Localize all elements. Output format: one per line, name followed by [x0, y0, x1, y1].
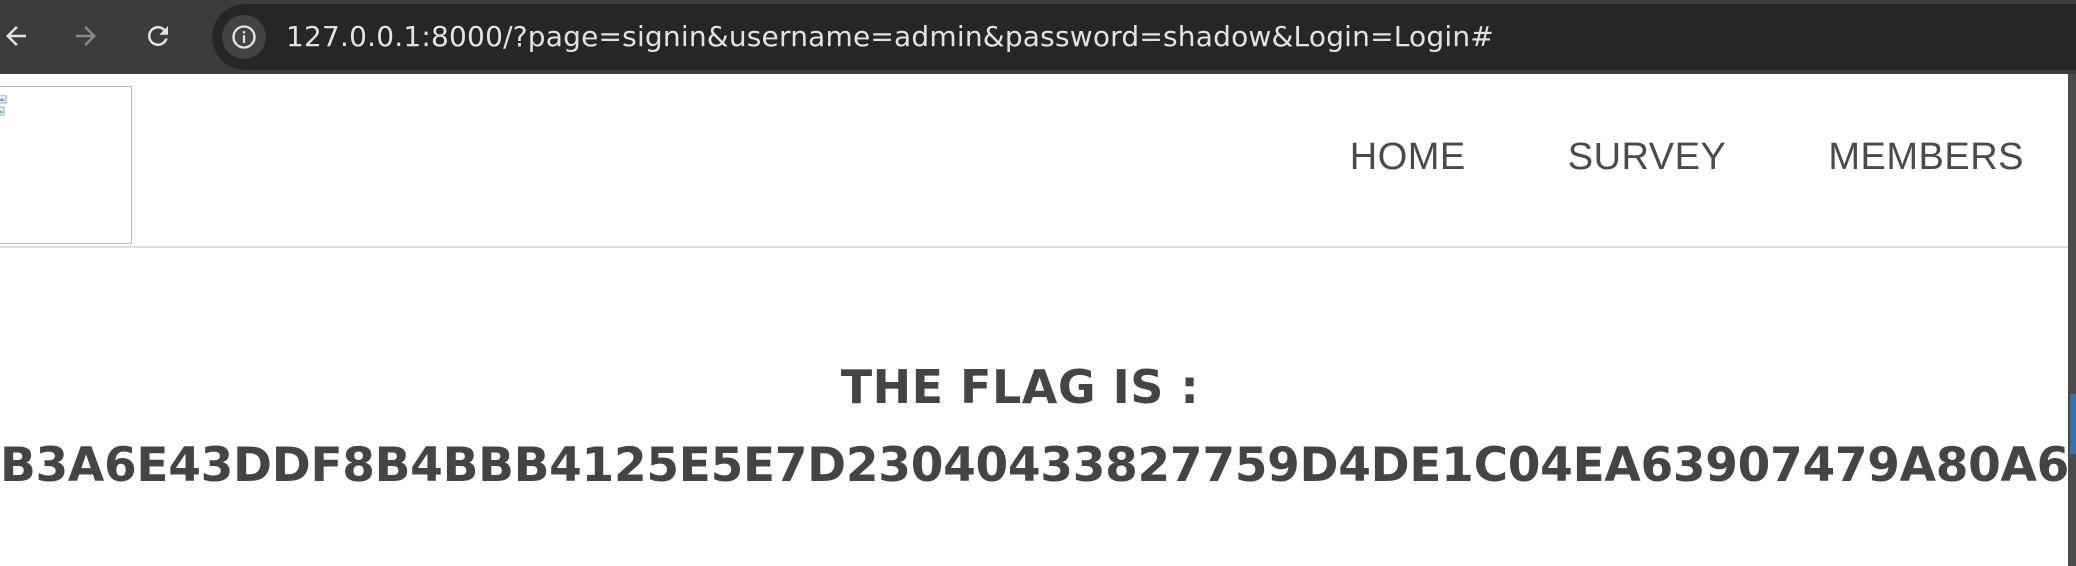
web-page: HOME SURVEY MEMBERS THE FLAG IS : B3A6E4… — [0, 74, 2076, 566]
arrow-left-icon — [6, 26, 26, 46]
reload-icon — [147, 25, 168, 46]
flag-section: THE FLAG IS : B3A6E43DDF8B4BBB4125E5E7D2… — [0, 74, 2076, 566]
flag-title: THE FLAG IS : — [840, 360, 1200, 414]
site-info-button[interactable] — [222, 15, 266, 59]
forward-button[interactable] — [64, 14, 108, 58]
flag-value: B3A6E43DDF8B4BBB4125E5E7D23040433827759D… — [0, 438, 2076, 493]
arrow-right-icon — [76, 26, 96, 46]
info-icon — [232, 25, 256, 49]
window-edge-accent — [2070, 394, 2076, 454]
browser-toolbar: 127.0.0.1:8000/?page=signin&username=adm… — [0, 0, 2076, 74]
back-button[interactable] — [0, 14, 38, 58]
url-text[interactable]: 127.0.0.1:8000/?page=signin&username=adm… — [286, 4, 1494, 70]
address-bar[interactable]: 127.0.0.1:8000/?page=signin&username=adm… — [212, 4, 2076, 70]
window-edge — [2068, 74, 2076, 566]
reload-button[interactable] — [136, 14, 180, 58]
